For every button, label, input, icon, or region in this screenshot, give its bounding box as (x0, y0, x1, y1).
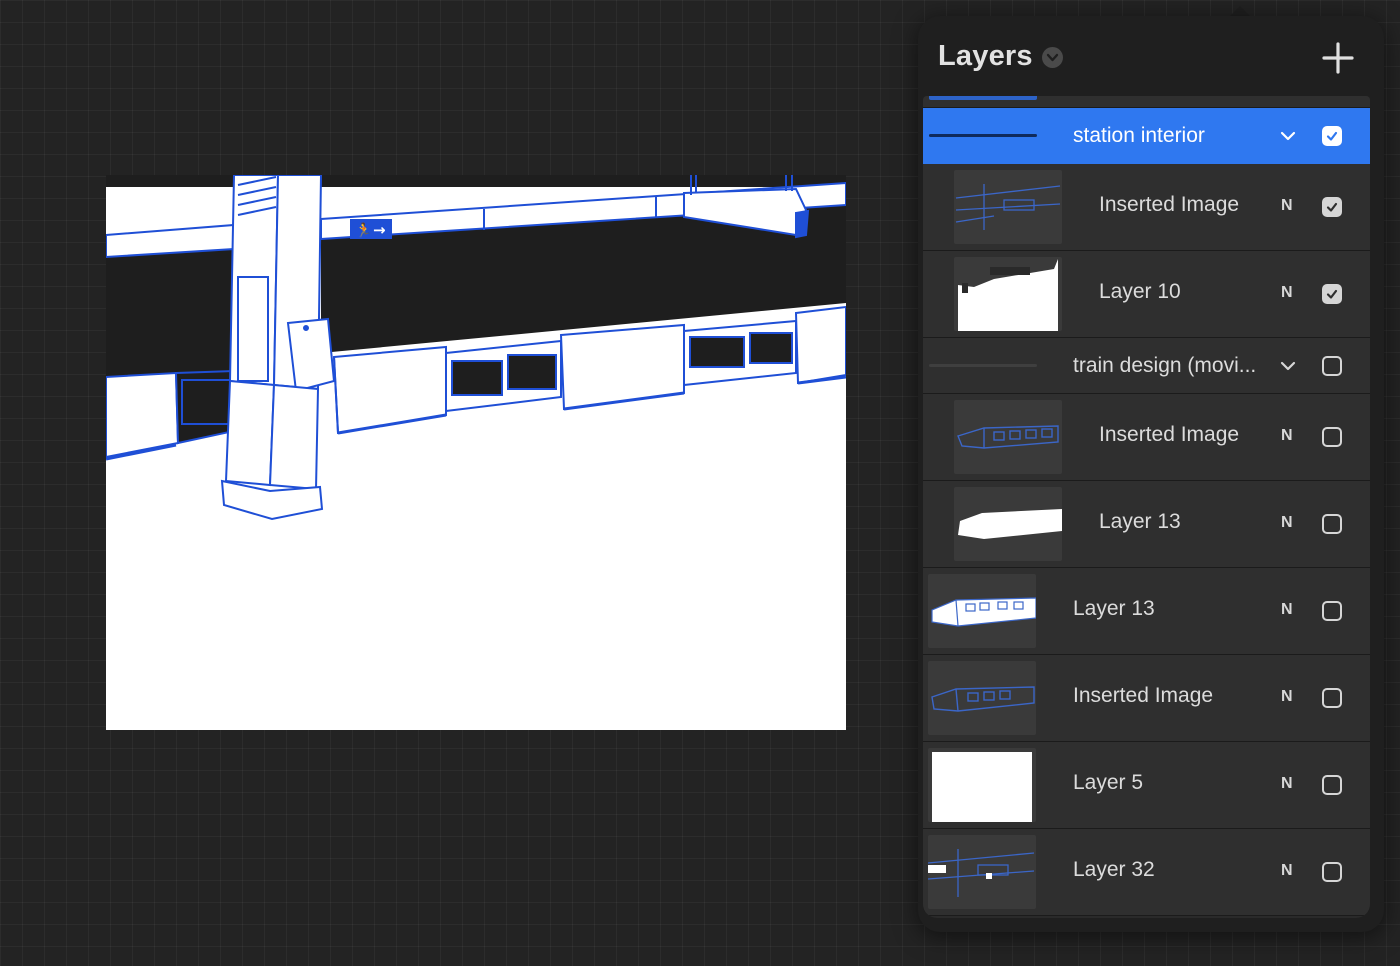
layer-row[interactable]: Inserted Image N (923, 394, 1370, 481)
visibility-checkbox[interactable] (1322, 862, 1342, 882)
visibility-checkbox[interactable] (1322, 356, 1342, 376)
layer-name: Layer 13 (1073, 597, 1155, 620)
chevron-down-icon[interactable] (1279, 127, 1297, 145)
layer-name: Inserted Image (1099, 423, 1240, 446)
layer-list[interactable]: station interior Inserted Image N Layer … (923, 96, 1370, 918)
station-platform-artwork: 🏃 → (106, 175, 846, 521)
blend-mode[interactable]: N (1281, 775, 1293, 793)
layer-thumbnail (954, 257, 1062, 331)
blend-mode[interactable]: N (1281, 197, 1293, 215)
blend-mode[interactable]: N (1281, 427, 1293, 445)
add-layer-button[interactable] (1318, 40, 1358, 76)
drawing-canvas[interactable]: 🏃 → (106, 175, 846, 730)
layer-name: Inserted Image (1099, 193, 1240, 216)
layer-row[interactable]: Inserted Image N (923, 655, 1370, 742)
blend-mode[interactable]: N (1281, 284, 1293, 302)
layer-thumbnail (928, 661, 1036, 735)
plus-icon (1322, 42, 1354, 74)
visibility-checkbox[interactable] (1322, 427, 1342, 447)
layer-group-train-design[interactable]: train design (movi... (923, 338, 1370, 394)
visibility-checkbox[interactable] (1322, 514, 1342, 534)
layer-thumbnail (954, 400, 1062, 474)
visibility-checkbox[interactable] (1322, 601, 1342, 621)
scrolled-layer-peek (923, 96, 1370, 108)
layer-thumbnail (928, 835, 1036, 909)
layer-name: Layer 5 (1073, 771, 1144, 794)
running-man-exit-icon: 🏃 (355, 222, 372, 239)
layer-thumbnail (954, 170, 1062, 244)
layer-name: Layer 10 (1099, 280, 1181, 303)
blend-mode[interactable]: N (1281, 688, 1293, 706)
layer-name: train design (movi... (1073, 354, 1257, 377)
visibility-checkbox[interactable] (1322, 775, 1342, 795)
checkmark-icon (1326, 131, 1338, 141)
layer-group-station-interior[interactable]: station interior (923, 108, 1370, 164)
panel-header: Layers (918, 16, 1384, 102)
visibility-checkbox[interactable] (1322, 284, 1342, 304)
layer-name: Inserted Image (1073, 684, 1214, 707)
blend-mode[interactable]: N (1281, 514, 1293, 532)
layer-row[interactable]: Layer 13 N (923, 481, 1370, 568)
layer-thumbnail (928, 574, 1036, 648)
layer-row[interactable]: Inserted Image N (923, 164, 1370, 251)
blend-mode[interactable]: N (1281, 862, 1293, 880)
checkmark-icon (1326, 289, 1338, 299)
chevron-down-icon[interactable] (1279, 357, 1297, 375)
layer-thumbnail (928, 748, 1036, 822)
layer-name: station interior (1073, 124, 1205, 147)
layer-row[interactable]: Layer 5 N (923, 742, 1370, 829)
panel-title: Layers (938, 40, 1033, 72)
visibility-checkbox[interactable] (1322, 126, 1342, 146)
layer-name: Layer 32 (1073, 858, 1155, 881)
blend-mode[interactable]: N (1281, 601, 1293, 619)
checkmark-icon (1326, 202, 1338, 212)
visibility-checkbox[interactable] (1322, 688, 1342, 708)
chevron-down-icon[interactable] (1042, 47, 1063, 68)
group-indicator (929, 134, 1037, 137)
layer-name: Layer 13 (1099, 510, 1181, 533)
layer-row[interactable]: Layer 10 N (923, 251, 1370, 338)
layer-thumbnail (954, 487, 1062, 561)
visibility-checkbox[interactable] (1322, 197, 1342, 217)
layers-panel: Layers station interior Inserted Image N… (918, 16, 1384, 932)
layer-row[interactable]: Layer 32 N (923, 829, 1370, 916)
group-indicator (929, 364, 1037, 367)
arrow-right-icon: → (373, 221, 386, 239)
layer-row[interactable]: Layer 13 N (923, 568, 1370, 655)
